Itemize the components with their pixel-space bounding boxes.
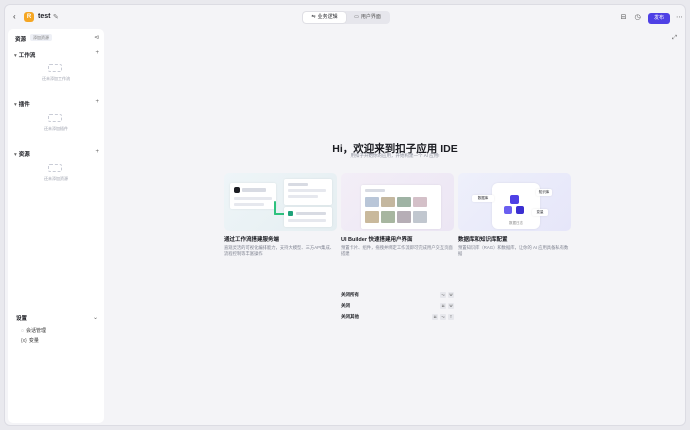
database-card-image[interactable]: 数据库 知识库 变量 数据日志 [458,173,571,231]
shortcut-key: ⌥ [440,314,446,320]
ui-thumbnail [365,211,379,223]
add-resource-pill[interactable]: 添加资源 [30,34,52,41]
node-bar [288,195,318,198]
card-title-workflow: 通过工作流搭建服务端 [224,237,280,243]
app-window: ‹ R test ✎ ⇋ 业务逻辑 ▭ 用户界面 ⊟ ◷ 发布 ⋯ 资源 添加资… [4,4,686,426]
knowledge-icon [504,206,512,214]
group-title-workflow[interactable]: ▾ 工作流 [14,51,35,59]
settings-title[interactable]: 设置 [16,314,27,322]
mode-tabs: ⇋ 业务逻辑 ▭ 用户界面 [302,11,390,24]
empty-placeholder-icon [48,164,62,172]
card-desc-ui-builder: 预置卡片、组件，拖拽并绑定工作流即可完成用户交互页面搭建 [341,245,453,256]
empty-placeholder-icon [48,114,62,122]
shortcut-close-others: 关闭其他 ⌘ ⌥ T [341,313,454,321]
node-icon [288,211,293,216]
settings-item-variables[interactable]: {x} 变量 [21,337,39,344]
ui-thumbnail [413,197,427,207]
main-canvas: ⤢ Hi，欢迎来到扣子应用 IDE 用扣子开始你的应用，开始构建一个 AI 应用… [106,29,684,423]
shortcut-key: ⌘ [440,303,446,309]
shortcut-close: 关闭 ⌘ W [341,303,454,309]
empty-workflow-text: 还未添加工作流 [42,76,70,81]
shortcut-key: W [448,303,454,309]
empty-plugin-text: 还未添加插件 [44,126,68,131]
caret-down-icon: ▾ [14,152,17,158]
add-plugin-icon[interactable]: + [95,99,99,105]
kb-tag: 知识库 [536,189,552,196]
edit-icon[interactable]: ✎ [53,13,59,21]
ui-thumbnail [397,211,411,223]
chevron-down-icon[interactable]: ⌄ [93,314,98,321]
card-desc-database: 预置知识库（RAG）和数据库，让你的 AI 应用具备私有数据 [458,245,569,256]
node-icon [234,187,240,193]
add-resource-icon[interactable]: + [95,149,99,155]
node-bar [242,188,266,192]
welcome-subtitle: 用扣子开始你的应用，开始构建一个 AI 应用! [350,153,440,158]
card-title-ui-builder: UI Builder 快速搭建用户界面 [341,237,413,243]
back-icon[interactable]: ‹ [13,12,21,22]
node-bar [234,203,264,206]
preview-icon[interactable]: ⊟ [619,13,628,22]
app-name: test [38,13,51,20]
node-block [284,207,332,227]
variable-icon [516,206,524,214]
node-bar [234,197,272,200]
shortcut-close-all: 关闭所有 ⌥ W [341,292,454,298]
node-bar [288,183,308,186]
node-bar [296,212,326,215]
empty-resource-text: 还未添加资源 [44,176,68,181]
top-bar: ‹ R test ✎ ⇋ 业务逻辑 ▭ 用户界面 ⊟ ◷ 发布 ⋯ [5,5,685,29]
tab-user-interface[interactable]: ▭ 用户界面 [346,12,389,23]
expand-icon[interactable]: ⤢ [672,35,677,42]
database-icon [510,195,519,204]
shortcut-key: ⌥ [440,292,446,298]
history-icon[interactable]: ◷ [633,13,642,22]
group-title-plugin[interactable]: ▾ 插件 [14,100,30,108]
ui-thumbnail [381,197,395,207]
node-bar [288,219,326,222]
ui-thumbnail [397,197,411,207]
variable-icon: {x} [21,338,27,344]
flow-icon: ⇋ [311,14,316,20]
shortcut-key: T [448,314,454,320]
ui-thumbnail [381,211,395,223]
tab-business-logic[interactable]: ⇋ 业务逻辑 [303,12,346,23]
group-title-resource[interactable]: ▾ 资源 [14,150,30,158]
node-bar [288,189,326,192]
more-icon[interactable]: ⋯ [675,13,684,22]
ui-thumbnail [365,197,379,207]
app-logo: R [24,12,34,22]
caret-down-icon: ▾ [14,53,17,59]
publish-button[interactable]: 发布 [648,13,670,24]
workflow-card-image[interactable] [224,173,337,231]
sidebar-title: 资源 [15,37,27,43]
resource-sidebar: 资源 添加资源 ⊲ ▾ 工作流 + 还未添加工作流 ▾ 插件 + 还未添加插件 ▾ 资… [8,29,104,423]
collapse-sidebar-icon[interactable]: ⊲ [94,34,99,41]
empty-placeholder-icon [48,64,62,72]
ui-builder-card-image[interactable] [341,173,454,231]
vars-tag: 变量 [532,209,548,216]
card-title-database: 数据库和知识库配置 [458,237,508,243]
add-workflow-icon[interactable]: + [95,50,99,56]
card-desc-workflow: 直观灵活的可视化编排能力，支持大模型、三方API集成、流程控制等丰富操作 [224,245,335,256]
ui-thumbnail [413,211,427,223]
settings-item-conversation[interactable]: ◌ 会话管理 [21,327,46,334]
layout-icon: ▭ [354,14,359,20]
shortcut-key: W [448,292,454,298]
caret-down-icon: ▾ [14,102,17,108]
db-tag: 数据库 [472,195,494,202]
ui-bar [365,189,385,192]
memo-label: 数据日志 [509,221,523,225]
chat-icon: ◌ [21,328,24,334]
shortcut-key: ⌘ [432,314,438,320]
